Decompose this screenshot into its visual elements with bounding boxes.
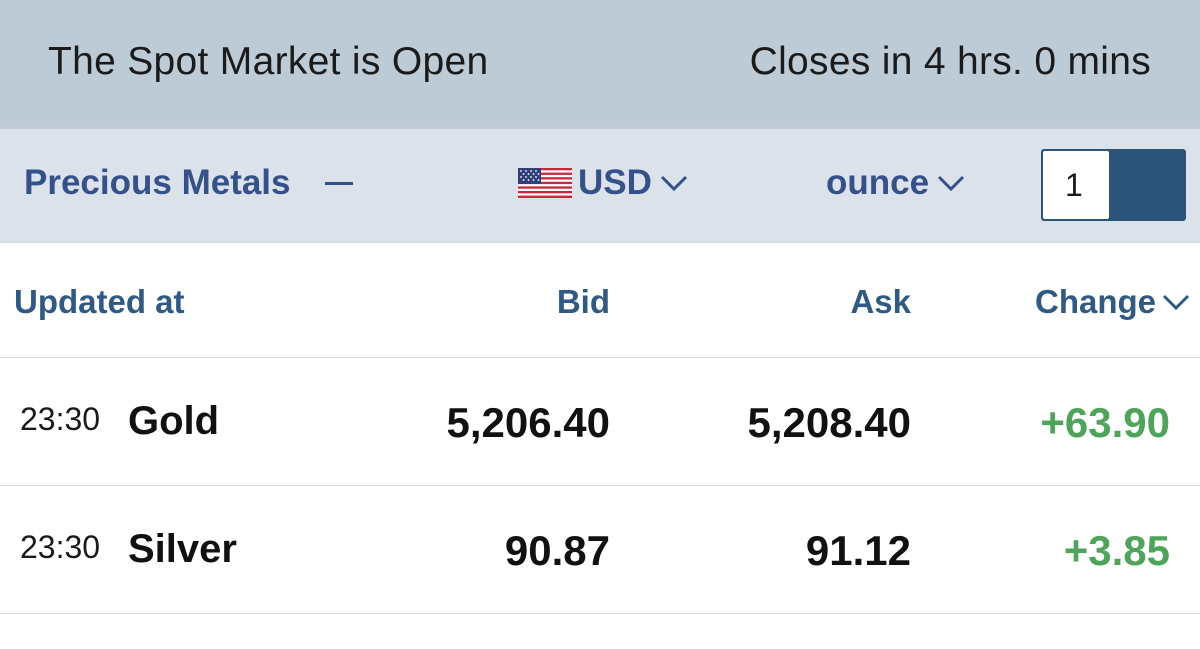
table-row-gold[interactable]: 23:30 Gold 5,206.40 5,208.40 +63.90	[0, 359, 1200, 486]
metal-name: Silver	[128, 527, 237, 571]
price-change: +63.90	[1040, 399, 1170, 446]
updated-time: 23:30	[20, 529, 101, 565]
filter-toolbar: Precious Metals USD ounce 1	[0, 129, 1200, 243]
updated-at-header: Updated at	[14, 283, 185, 320]
collapse-minus-icon[interactable]	[324, 181, 353, 185]
metal-group-label: Precious Metals	[24, 163, 291, 202]
ask-price: 91.12	[805, 527, 911, 574]
chevron-down-icon	[660, 175, 687, 192]
updated-time: 23:30	[20, 401, 101, 437]
metal-group-selector[interactable]: Precious Metals	[24, 163, 353, 203]
change-header: Change	[1034, 283, 1156, 320]
us-flag-icon	[518, 168, 572, 198]
price-change: +3.85	[1063, 527, 1170, 574]
bid-header: Bid	[556, 283, 610, 320]
currency-label: USD	[578, 163, 652, 202]
bid-price: 90.87	[504, 527, 610, 574]
table-header-row: Updated at Bid Ask Change	[0, 243, 1200, 358]
table-row-silver[interactable]: 23:30 Silver 90.87 91.12 +3.85	[0, 487, 1200, 614]
market-close-countdown: Closes in 4 hrs. 0 mins	[749, 40, 1151, 83]
market-status-bar: The Spot Market is Open Closes in 4 hrs.…	[0, 0, 1200, 126]
unit-label: ounce	[826, 163, 930, 202]
chevron-down-icon	[1162, 294, 1190, 311]
ask-header: Ask	[850, 283, 911, 320]
change-sort-selector[interactable]: Change	[1035, 283, 1190, 321]
bid-price: 5,206.40	[446, 399, 611, 446]
ask-price: 5,208.40	[747, 399, 912, 446]
metal-name: Gold	[128, 399, 220, 443]
quantity-input[interactable]: 1	[1043, 151, 1109, 219]
quantity-toggle[interactable]: 1	[1041, 149, 1186, 221]
market-open-status: The Spot Market is Open	[48, 40, 489, 83]
chevron-down-icon	[938, 175, 965, 192]
unit-selector[interactable]: ounce	[826, 163, 965, 203]
currency-selector[interactable]: USD	[518, 163, 688, 203]
